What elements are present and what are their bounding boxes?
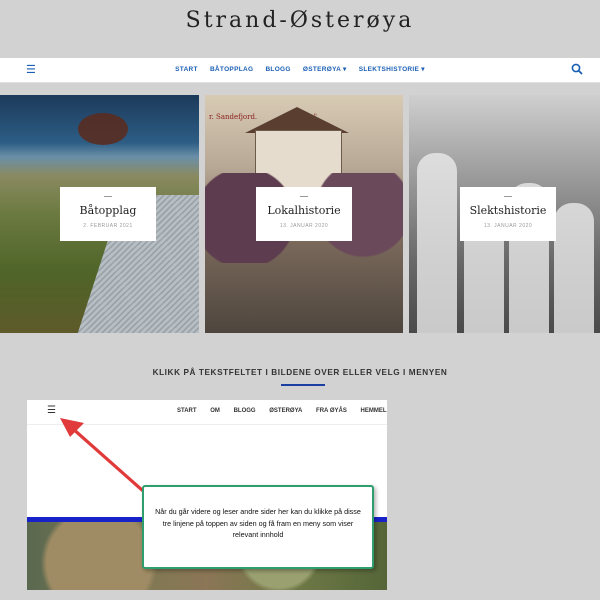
inset-nav-item: OM [210, 408, 220, 414]
person-shape [554, 203, 594, 333]
inset-nav-item: ØSTERØYA [269, 408, 303, 414]
card-title: Lokalhistorie [267, 204, 341, 217]
search-icon[interactable] [570, 62, 584, 76]
card-lokalhistorie[interactable]: Lokalhistorie 13. JANUAR 2020 [256, 187, 352, 241]
inset-nav-item: FRA ØYÅS [316, 408, 347, 414]
nav-item-slektshistorie[interactable]: SLEKTSHISTORIE ▾ [359, 66, 425, 73]
inset-navbar: ☰ START OM BLOGG ØSTERØYA FRA ØYÅS HEMME… [27, 400, 387, 425]
site-title[interactable]: Strand-Østerøya [0, 8, 600, 33]
card-slektshistorie[interactable]: Slektshistorie 13. JANUAR 2020 [460, 187, 556, 241]
card-date: 13. JANUAR 2020 [279, 223, 329, 229]
card-date: 2. FEBRUAR 2021 [83, 223, 133, 229]
person-shape [417, 153, 457, 333]
nav-item-osteroya[interactable]: ØSTERØYA ▾ [303, 66, 347, 73]
nav-item-blogg[interactable]: BLOGG [265, 66, 290, 73]
inset-nav-menu: START OM BLOGG ØSTERØYA FRA ØYÅS HEMMEL [177, 408, 387, 414]
nav-item-start[interactable]: START [175, 66, 198, 73]
inset-nav-item: BLOGG [233, 408, 256, 414]
caret-down-icon: ▾ [421, 66, 425, 73]
heading-underline [281, 384, 325, 386]
tree-shape [78, 113, 128, 145]
callout-text: Når du går videre og leser andre sider h… [155, 507, 361, 539]
card-title: Båtopplag [79, 204, 137, 217]
card-divider [104, 196, 112, 197]
card-batopplag[interactable]: Båtopplag 2. FEBRUAR 2021 [60, 187, 156, 241]
inset-nav-item: START [177, 408, 197, 414]
card-date: 13. JANUAR 2020 [483, 223, 533, 229]
instruction-callout: Når du går videre og leser andre sider h… [142, 485, 374, 569]
main-navbar: ☰ START BÅTOPPLAG BLOGG ØSTERØYA ▾ SLEKT… [0, 58, 600, 83]
card-title: Slektshistorie [469, 204, 547, 217]
inset-nav-item: HEMMEL [360, 408, 387, 414]
featured-panels: r. Sandefjord. .Villaen". Båtopplag 2. F… [0, 95, 600, 333]
hamburger-icon: ☰ [47, 405, 56, 416]
nav-menu: START BÅTOPPLAG BLOGG ØSTERØYA ▾ SLEKTSH… [0, 65, 600, 73]
card-divider [300, 196, 308, 197]
caret-down-icon: ▾ [343, 66, 347, 73]
card-divider [504, 196, 512, 197]
nav-item-batopplag[interactable]: BÅTOPPLAG [210, 66, 253, 73]
nav-item-osteroya-label: ØSTERØYA [302, 66, 341, 73]
nav-item-slektshistorie-label: SLEKTSHISTORIE [358, 66, 420, 73]
section-heading: KLIKK PÅ TEKSTFELTET I BILDENE OVER ELLE… [152, 368, 448, 377]
